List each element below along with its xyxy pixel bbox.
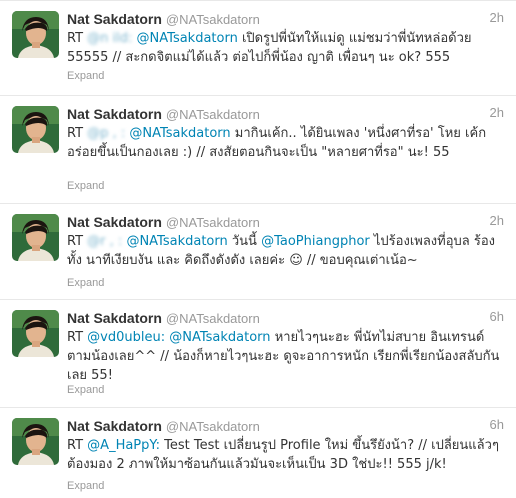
author-fullname[interactable]: Nat Sakdatorn [67,106,162,122]
avatar[interactable] [12,106,59,153]
tweet-timestamp[interactable]: 2h [490,213,504,228]
tweet-text: RT @vd0ubleu: @NATsakdatorn หายไวๆนะฮะ พ… [67,328,502,385]
tweet-header: Nat Sakdatorn @NATsakdatorn 6h [67,416,508,434]
tweet-text: RT @r , : @NATsakdatorn วันนี้ @TaoPhian… [67,232,502,270]
expand-link[interactable]: Expand [67,180,104,192]
tweet-timestamp[interactable]: 6h [490,417,504,432]
tweet-timestamp[interactable]: 2h [490,105,504,120]
avatar[interactable] [12,310,59,357]
expand-link[interactable]: Expand [67,384,104,396]
author-username[interactable]: @NATsakdatorn [166,12,260,27]
expand-link[interactable]: Expand [67,480,104,492]
retweet-prefix: RT [67,31,84,46]
tweet-text: RT @A_HaPpY: Test Test เปลี่ยนรูป Profil… [67,436,502,474]
mention-link[interactable]: @A_HaPpY: [87,438,160,453]
tweet-text: RT @n ild: @NATsakdatorn เปิดรูปพี่นัทให… [67,29,502,67]
mention-link[interactable]: @NATsakdatorn [137,31,238,46]
tweet-item[interactable]: Nat Sakdatorn @NATsakdatorn 6h RT @A_HaPp… [0,408,516,498]
mention-link[interactable]: @n ild: [87,31,132,46]
expand-link[interactable]: Expand [67,277,104,289]
tweet-item[interactable]: Nat Sakdatorn @NATsakdatorn 2h RT @r , : … [0,204,516,300]
author-username[interactable]: @NATsakdatorn [166,419,260,434]
retweet-prefix: RT [67,126,84,141]
tweet-text: RT @p , : @NATsakdatorn มากินเค้ก.. ได้ย… [67,124,502,162]
mention-link[interactable]: @NATsakdatorn [126,234,227,249]
mention-link[interactable]: @NATsakdatorn [169,330,270,345]
tweet-header: Nat Sakdatorn @NATsakdatorn 2h [67,9,508,27]
expand-link[interactable]: Expand [67,70,104,82]
author-fullname[interactable]: Nat Sakdatorn [67,214,162,230]
tweet-timeline: Nat Sakdatorn @NATsakdatorn 2h RT @n ild:… [0,0,516,498]
mention-link[interactable]: @TaoPhiangphor [261,234,370,249]
tweet-body: วันนี้ [231,234,257,249]
avatar[interactable] [12,418,59,465]
mention-link[interactable]: @vd0ubleu: [87,330,165,345]
retweet-prefix: RT [67,234,84,249]
mention-link[interactable]: @NATsakdatorn [129,126,230,141]
avatar[interactable] [12,11,59,58]
tweet-item[interactable]: Nat Sakdatorn @NATsakdatorn 6h RT @vd0ubl… [0,300,516,408]
tweet-item[interactable]: Nat Sakdatorn @NATsakdatorn 2h RT @n ild:… [0,0,516,96]
tweet-timestamp[interactable]: 2h [490,10,504,25]
tweet-item[interactable]: Nat Sakdatorn @NATsakdatorn 2h RT @p , : … [0,96,516,204]
tweet-timestamp[interactable]: 6h [490,309,504,324]
avatar[interactable] [12,214,59,261]
author-fullname[interactable]: Nat Sakdatorn [67,11,162,27]
author-fullname[interactable]: Nat Sakdatorn [67,418,162,434]
tweet-header: Nat Sakdatorn @NATsakdatorn 2h [67,212,508,230]
retweet-prefix: RT [67,330,84,345]
author-username[interactable]: @NATsakdatorn [166,215,260,230]
retweet-prefix: RT [67,438,84,453]
author-username[interactable]: @NATsakdatorn [166,107,260,122]
tweet-header: Nat Sakdatorn @NATsakdatorn 6h [67,308,508,326]
mention-link[interactable]: @p , : [87,126,125,141]
mention-link[interactable]: @r , : [87,234,122,249]
author-username[interactable]: @NATsakdatorn [166,311,260,326]
author-fullname[interactable]: Nat Sakdatorn [67,310,162,326]
tweet-header: Nat Sakdatorn @NATsakdatorn 2h [67,104,508,122]
